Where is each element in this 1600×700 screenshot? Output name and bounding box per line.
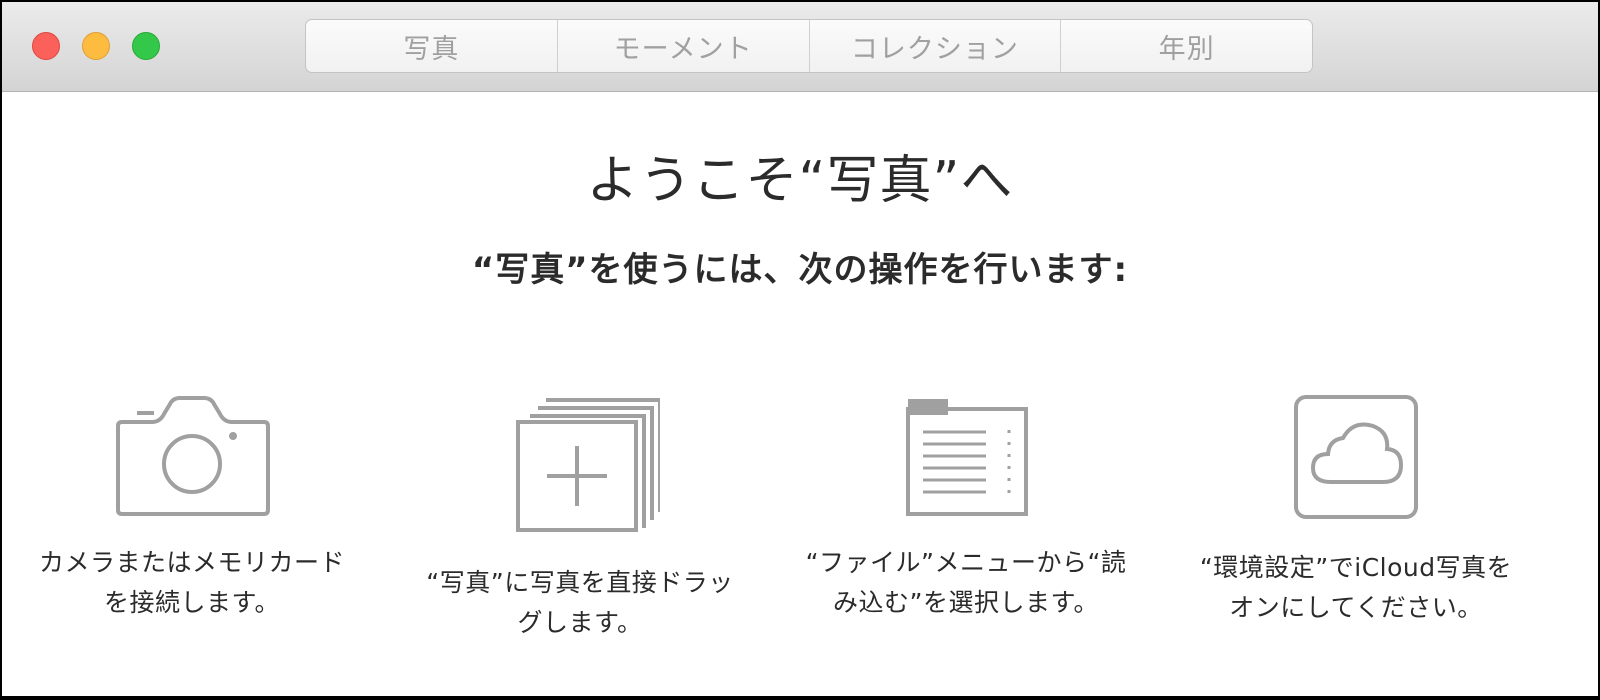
welcome-subtitle: “写真”を使うには、次の操作を行います: xyxy=(471,250,1129,290)
tab-moments[interactable]: モーメント xyxy=(558,20,810,72)
photos-window: 写真 モーメント コレクション 年別 ようこそ“写真”へ “写真”を使うには、次… xyxy=(2,2,1598,696)
option-file-import: “ファイル”メニューから“読 み込む”を選択します。 xyxy=(776,392,1156,623)
option-icloud-text: “環境設定”でiCloud写真を オンにしてください。 xyxy=(1199,553,1513,622)
view-segmented-control: 写真 モーメント コレクション 年別 xyxy=(305,19,1313,73)
minimize-button[interactable] xyxy=(82,32,110,60)
welcome-title: ようこそ“写真”へ xyxy=(586,151,1014,211)
photo-stack-add-icon xyxy=(516,398,660,532)
option-icloud: “環境設定”でiCloud写真を オンにしてください。 xyxy=(1166,392,1546,628)
camera-icon xyxy=(116,396,270,516)
tab-collections[interactable]: コレクション xyxy=(810,20,1062,72)
icloud-icon xyxy=(1294,395,1418,519)
option-drag-photos: “写真”に写真を直接ドラッ グします。 xyxy=(390,392,770,643)
file-menu-icon xyxy=(906,399,1028,516)
welcome-content: ようこそ“写真”へ “写真”を使うには、次の操作を行います: カメラまたはメモリ… xyxy=(2,92,1598,696)
option-drag-photos-text: “写真”に写真を直接ドラッ グします。 xyxy=(426,568,734,637)
option-connect-camera-text: カメラまたはメモリカード を接続します。 xyxy=(38,548,345,617)
tab-years[interactable]: 年別 xyxy=(1061,20,1312,72)
option-connect-camera: カメラまたはメモリカード を接続します。 xyxy=(2,392,382,623)
close-button[interactable] xyxy=(32,32,60,60)
zoom-button[interactable] xyxy=(132,32,160,60)
option-file-import-text: “ファイル”メニューから“読 み込む”を選択します。 xyxy=(805,548,1127,617)
title-bar: 写真 モーメント コレクション 年別 xyxy=(2,2,1598,92)
tab-photos[interactable]: 写真 xyxy=(306,20,558,72)
